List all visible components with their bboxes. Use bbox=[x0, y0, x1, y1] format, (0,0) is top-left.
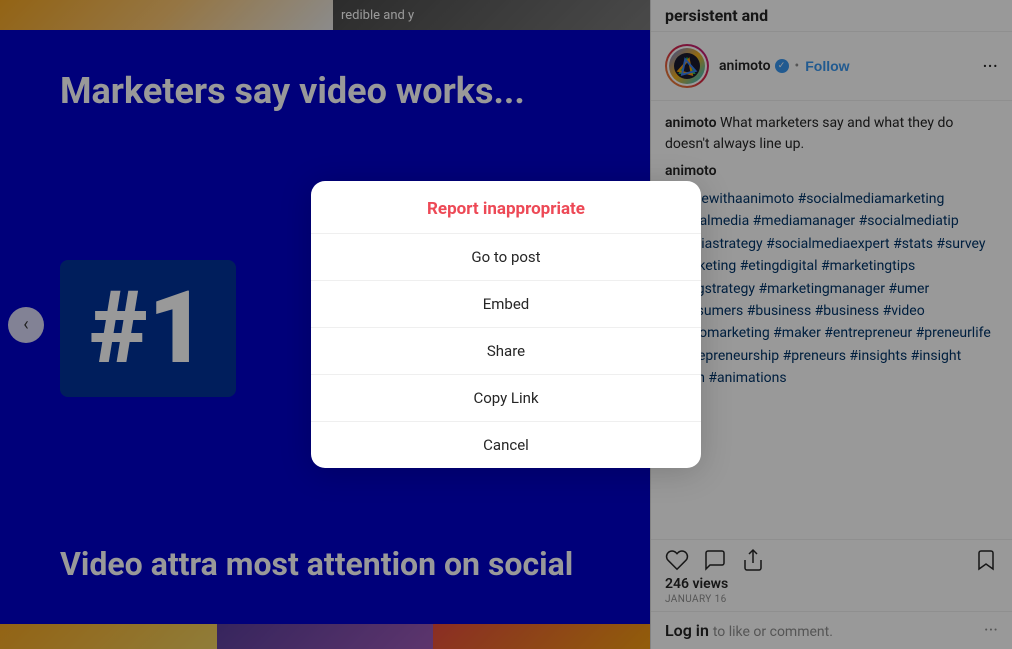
modal-item-copy-link[interactable]: Copy Link bbox=[311, 375, 701, 422]
modal-item-cancel[interactable]: Cancel bbox=[311, 422, 701, 468]
modal-item-go-to-post[interactable]: Go to post bbox=[311, 234, 701, 281]
modal-item-share[interactable]: Share bbox=[311, 328, 701, 375]
report-modal: Report inappropriate Go to post Embed Sh… bbox=[311, 181, 701, 468]
modal-overlay[interactable]: Report inappropriate Go to post Embed Sh… bbox=[0, 0, 1012, 649]
modal-item-embed[interactable]: Embed bbox=[311, 281, 701, 328]
modal-title: Report inappropriate bbox=[311, 181, 701, 234]
